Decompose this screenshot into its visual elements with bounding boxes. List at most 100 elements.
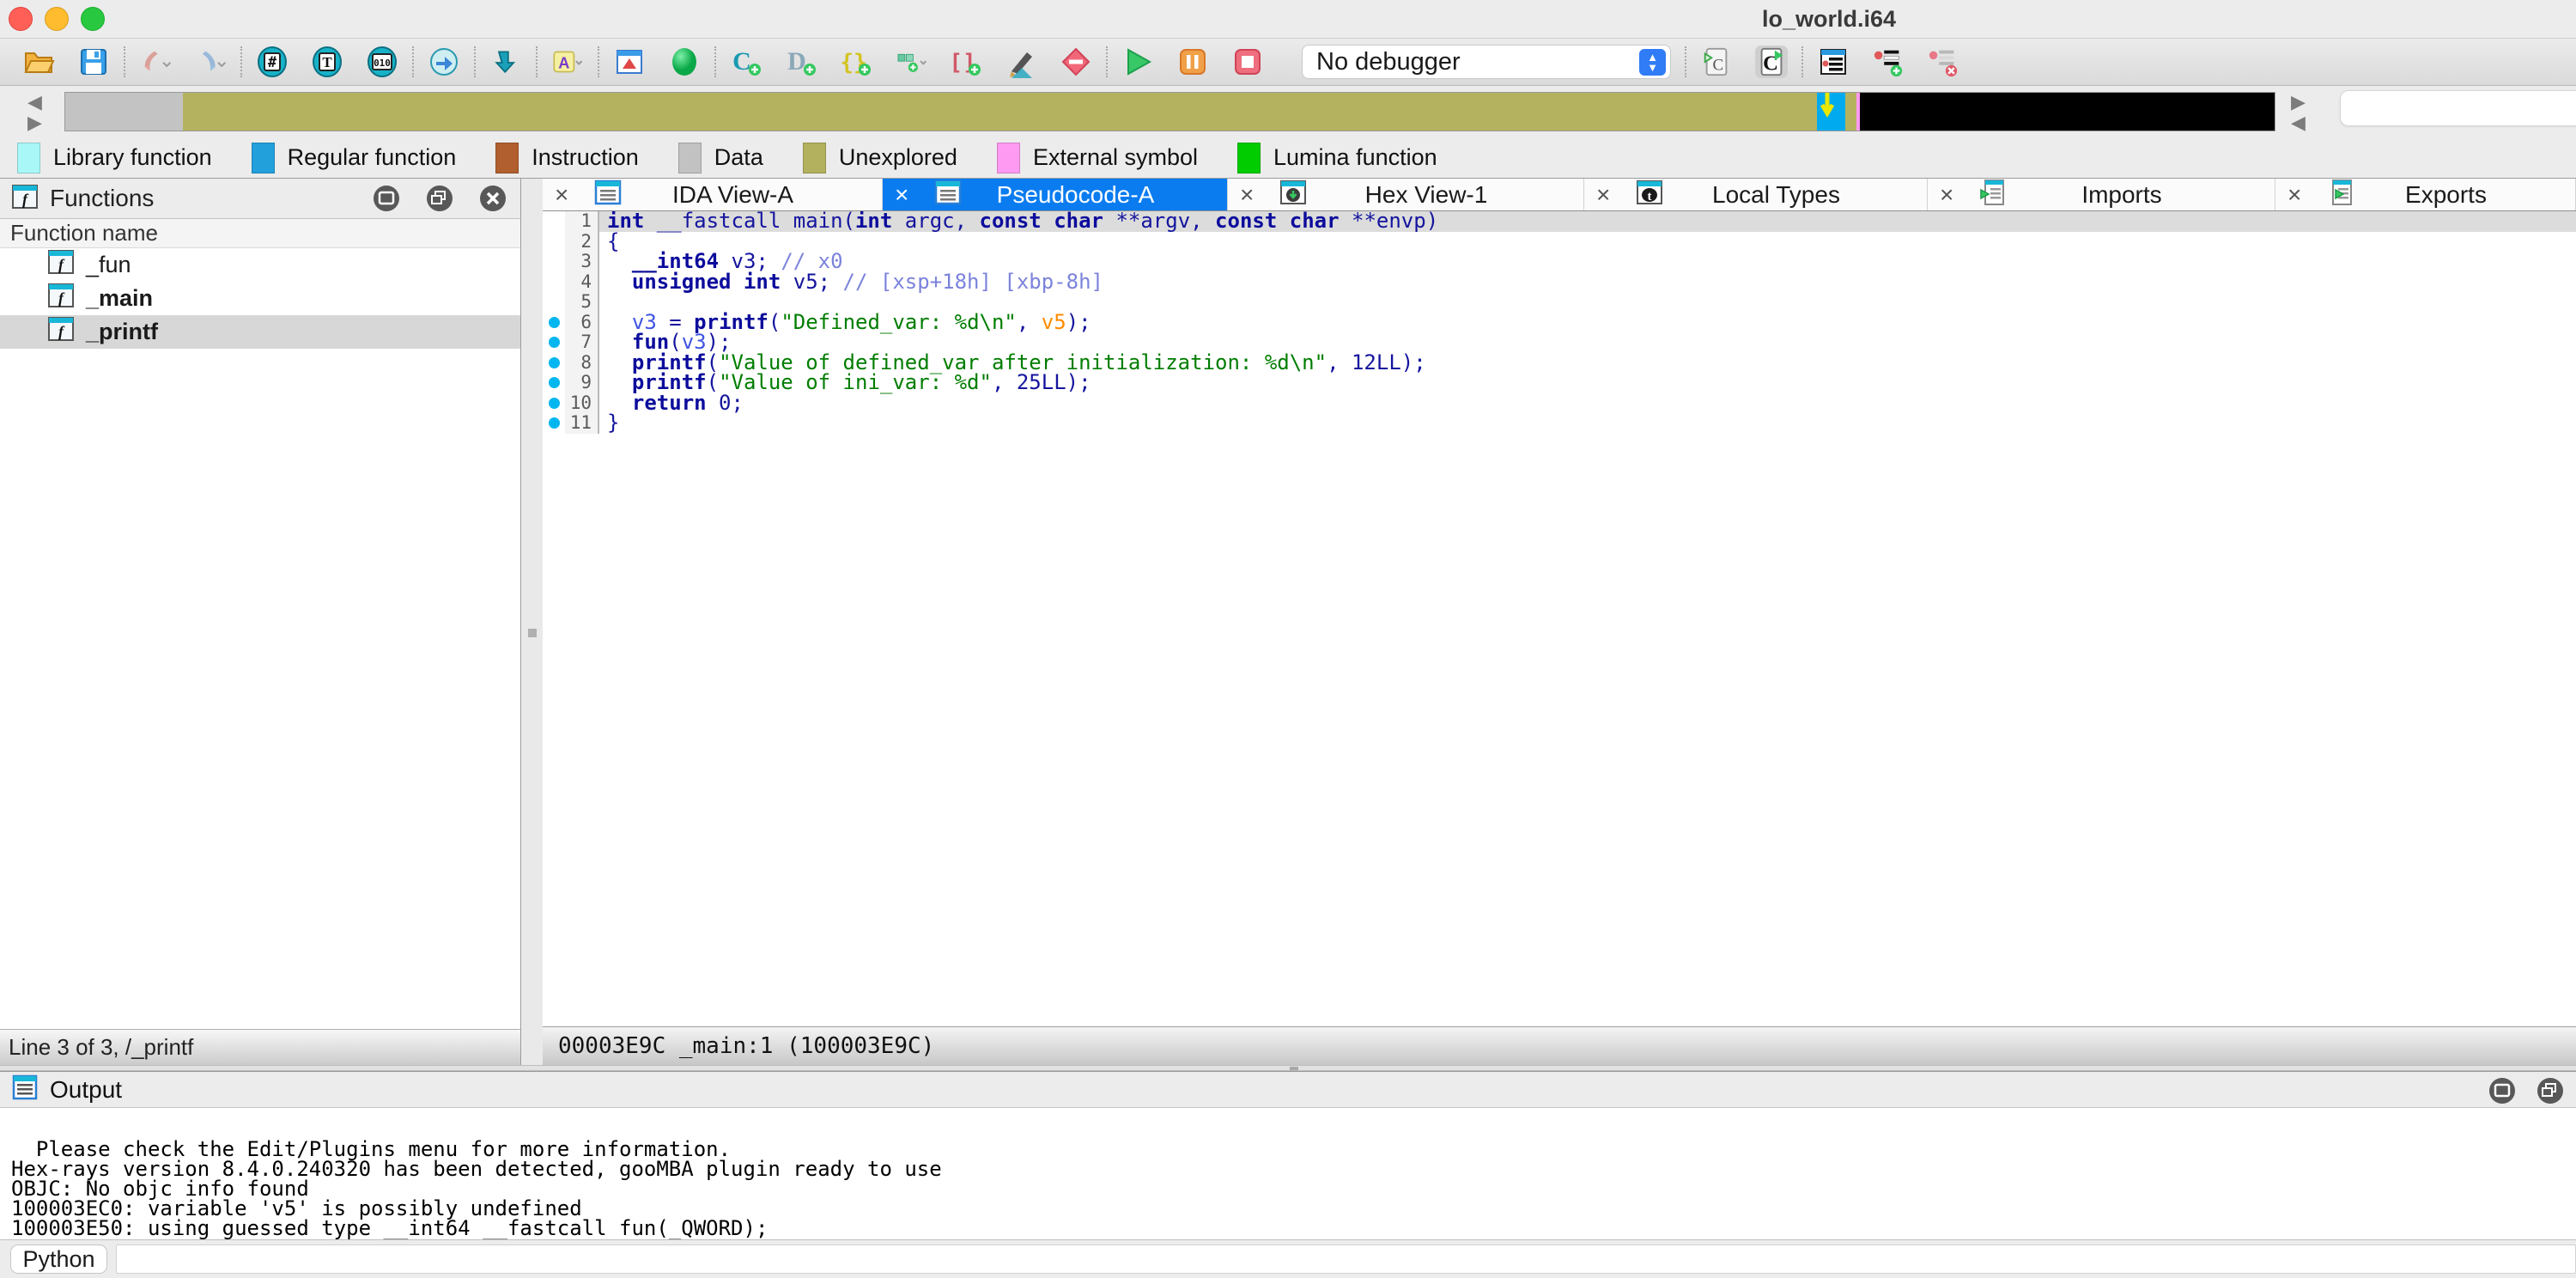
stop-process-icon[interactable] [1231,46,1264,78]
gutter-cell [543,232,565,253]
legend-label: Data [714,144,763,171]
code-line: 10 return 0; [543,393,2576,414]
float-output-icon[interactable] [2535,1075,2564,1105]
toolbar-separator [1801,46,1803,77]
pseudocode-view[interactable]: 1 int __fastcall main(int argc, const ch… [543,211,2576,1026]
tab-close-icon[interactable]: × [555,181,580,209]
jump-target-icon[interactable] [428,46,460,78]
tab-ida-view-a[interactable]: × IDA View-A [543,179,883,210]
close-panel-icon[interactable] [477,183,508,214]
output-log[interactable]: Please check the Edit/Plugins menu for m… [0,1107,2576,1240]
tab-bar: × IDA View-A × Pseudocode-A × Hex View-1… [543,179,2576,211]
address-bullet-icon [543,313,565,333]
vertical-splitter[interactable] [522,179,543,1065]
navigation-band-row: ◀ ▶ ▶ ◀ [0,86,2576,137]
navband-segment-instruction-block[interactable] [1860,93,2275,131]
breakpoint-list-add-icon[interactable] [1872,46,1905,78]
edit-text-icon[interactable] [1005,46,1037,78]
add-struct-icon[interactable] [895,46,927,78]
toolbar-separator [714,46,716,77]
tab-imports[interactable]: × Imports [1928,179,2275,210]
add-braces-icon[interactable]: {} [840,46,872,78]
function-name-column-header[interactable]: Function name [0,219,520,248]
maximize-panel-icon[interactable] [371,183,402,214]
local-types-icon: t [1636,180,1663,210]
function-icon: f [48,283,74,313]
navband-segment-data[interactable] [65,93,183,131]
window-capture-icon[interactable] [613,46,646,78]
navband-scroll-left-icon[interactable]: ◀ [27,93,42,112]
code-line: 11 } [543,413,2576,434]
legend-item: Instruction [495,143,639,173]
tab-close-icon[interactable]: × [895,181,920,209]
generate-pseudocode-icon[interactable]: C [1755,46,1788,78]
close-window-button[interactable] [9,7,33,31]
save-file-icon[interactable] [77,46,110,78]
tab-hex-view-1[interactable]: × Hex View-1 [1228,179,1584,210]
toolbar-separator [412,46,414,77]
functions-panel: f Functions Function name f _fun f _main… [0,179,521,1065]
quick-pseudocode-icon[interactable]: C [1700,46,1733,78]
navband-scroll-right-icon[interactable]: ▶ [27,113,42,132]
colors-icon[interactable] [668,46,701,78]
window-title: lo_world.i64 [1762,0,1896,38]
jump-next-icon[interactable] [489,46,522,78]
gutter-cell [543,272,565,293]
line-number: 11 [565,413,599,434]
navband-scroll-left2-icon[interactable]: ◀ [2291,113,2306,132]
debugger-select[interactable]: No debugger ▲▼ [1302,45,1671,79]
tab-close-icon[interactable]: × [1240,181,1266,209]
function-row[interactable]: f _fun [0,248,520,282]
add-data-icon[interactable]: D [785,46,817,78]
tab-close-icon[interactable]: × [1596,181,1622,209]
gutter-cell [543,292,565,313]
tab-exports[interactable]: × Exports [2275,179,2576,210]
jump-back-icon[interactable] [139,46,172,78]
titlebar: lo_world.i64 [0,0,2576,38]
svg-text:D: D [787,47,806,76]
zoom-window-button[interactable] [81,7,105,31]
legend-item: Library function [17,143,212,173]
tab-local-types[interactable]: × t Local Types [1584,179,1928,210]
tab-close-icon[interactable]: × [1940,181,1965,209]
navband-segment-unexplored[interactable] [183,93,1818,131]
navband-segment-unexplored[interactable] [1845,93,1856,131]
color-legend: Library function Regular function Instru… [0,137,2576,179]
navband-scroll-right2-icon[interactable]: ▶ [2291,93,2306,112]
cli-language-button[interactable]: Python [10,1245,107,1274]
make-binary-icon[interactable]: 010 [366,46,398,78]
output-line: 100003E50: using guessed type __int64 __… [11,1219,2576,1238]
jump-forward-icon[interactable] [194,46,227,78]
pause-process-icon[interactable] [1176,46,1209,78]
legend-swatch [997,143,1020,173]
float-panel-icon[interactable] [424,183,455,214]
add-array-icon[interactable]: [] [950,46,982,78]
tab-pseudocode-a[interactable]: × Pseudocode-A [883,179,1228,210]
minimize-window-button[interactable] [45,7,69,31]
pseudocode-status-bar: 00003E9C _main:1 (100003E9C) [543,1026,2576,1065]
ida-view-icon [594,180,622,210]
add-class-icon[interactable]: C [730,46,762,78]
window-list-icon[interactable] [1817,46,1850,78]
navband-right-arrows: ▶ ◀ [2291,93,2306,132]
tab-close-icon[interactable]: × [2287,181,2313,209]
breakpoint-list-delete-icon[interactable] [1927,46,1959,78]
navigation-band[interactable] [64,92,2275,131]
exports-icon [2327,179,2354,210]
make-number-icon[interactable]: # [256,46,289,78]
cli-input[interactable] [116,1245,2576,1274]
toolbar-separator [474,46,476,77]
rename-icon[interactable]: A [551,46,584,78]
horizontal-splitter[interactable] [0,1065,2576,1071]
start-process-icon[interactable] [1121,46,1154,78]
legend-label: Instruction [532,144,639,171]
function-row[interactable]: f _printf [0,315,520,349]
maximize-output-icon[interactable] [2487,1075,2516,1105]
breakpoint-icon[interactable] [1060,46,1092,78]
navband-range-box[interactable] [2340,90,2576,126]
select-stepper-icon: ▲▼ [1639,49,1666,76]
legend-swatch [17,143,40,173]
function-row[interactable]: f _main [0,282,520,315]
open-file-icon[interactable] [22,46,55,78]
make-string-icon[interactable]: T [311,46,343,78]
